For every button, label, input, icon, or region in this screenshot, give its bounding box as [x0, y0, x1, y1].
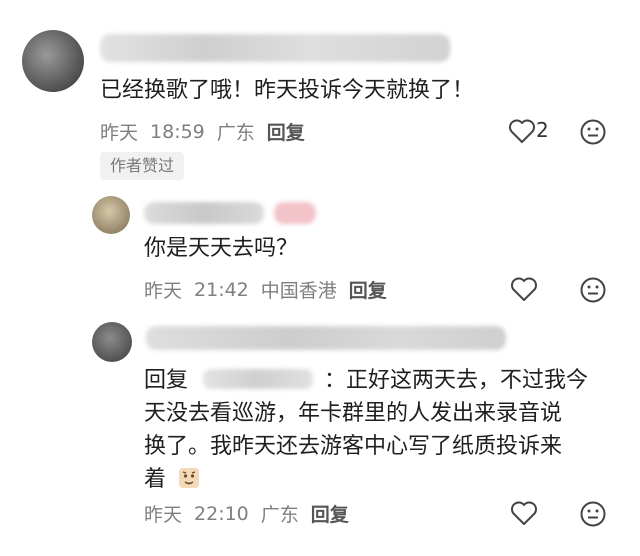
comment-meta: 昨天 22:10 广东 回复 — [144, 500, 349, 527]
comment-text-line: ：正好这两天去，不过我今 — [324, 368, 589, 393]
comment-time: 18:59 — [150, 120, 205, 143]
comment-text-line: 着 — [144, 467, 167, 492]
reply-button[interactable]: 回复 — [267, 118, 305, 145]
comment-date: 昨天 — [144, 504, 183, 526]
reply-target-blurred[interactable] — [203, 369, 314, 389]
comment-time: 22:10 — [194, 502, 249, 525]
comment-meta: 昨天 21:42 中国香港 回复 — [144, 276, 387, 303]
like-count: 2 — [536, 118, 549, 142]
heart-icon[interactable] — [510, 500, 538, 530]
comment-text-line: 换了。我昨天还去游客中心写了纸质投诉来 — [144, 434, 563, 459]
comment-text-line: 天没去看巡游，年卡群里的人发出来录音说 — [144, 401, 563, 426]
emoji-icon[interactable] — [579, 276, 607, 308]
comment-location: 广东 — [216, 122, 255, 144]
avatar[interactable] — [92, 322, 132, 362]
comment-date: 昨天 — [100, 122, 139, 144]
reply-button[interactable]: 回复 — [311, 500, 349, 527]
comment-text: 已经换歌了哦！昨天投诉今天就换了！ — [100, 78, 475, 103]
sticker-icon — [177, 466, 201, 500]
comment-time: 21:42 — [194, 278, 249, 301]
comment-location: 广东 — [260, 504, 299, 526]
username-badge-blurred — [274, 202, 316, 224]
comment-text: 回复 ：正好这两天去，不过我今 天没去看巡游，年卡群里的人发出来录音说 换了。我… — [144, 364, 614, 500]
avatar[interactable] — [22, 30, 84, 92]
comment-text: 你是天天去吗？ — [144, 236, 299, 261]
heart-icon[interactable] — [510, 276, 538, 306]
heart-icon[interactable] — [508, 118, 536, 148]
username-blurred[interactable] — [146, 326, 506, 350]
avatar[interactable] — [92, 196, 130, 234]
emoji-icon[interactable] — [579, 500, 607, 532]
reply-button[interactable]: 回复 — [349, 276, 387, 303]
emoji-icon[interactable] — [579, 118, 607, 150]
author-liked-badge: 作者赞过 — [100, 152, 185, 180]
username-blurred[interactable] — [144, 202, 264, 224]
reply-prefix: 回复 — [144, 368, 189, 393]
comment-location: 中国香港 — [260, 280, 337, 302]
comment-meta: 昨天 18:59 广东 回复 — [100, 118, 305, 145]
comment-date: 昨天 — [144, 280, 183, 302]
username-blurred[interactable] — [100, 34, 450, 62]
